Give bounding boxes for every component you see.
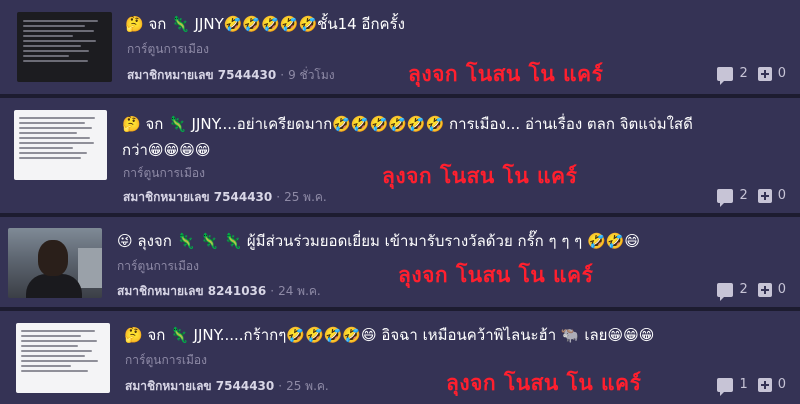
member-name[interactable]: สมาชิกหมายเลข 8241036 bbox=[117, 284, 266, 298]
topic-thumbnail[interactable] bbox=[14, 110, 107, 180]
post-time: 25 พ.ค. bbox=[284, 190, 327, 204]
photo-person-face bbox=[38, 240, 68, 276]
vote-icon bbox=[757, 66, 772, 81]
comment-count: 2 bbox=[739, 66, 748, 81]
vote-count: 0 bbox=[777, 377, 786, 392]
separator-dot: · bbox=[276, 190, 281, 204]
topic-thumbnail[interactable] bbox=[16, 323, 110, 393]
comment-icon bbox=[717, 66, 734, 85]
vote-count: 0 bbox=[777, 66, 786, 81]
vote-icon bbox=[757, 282, 772, 297]
topic-card[interactable]: 🤔 จก 🦎 JJNY....อย่าเครียดมาก🤣🤣🤣🤣🤣🤣 การเม… bbox=[0, 98, 800, 213]
comment-count: 2 bbox=[739, 188, 748, 203]
vote-count: 0 bbox=[777, 282, 786, 297]
comment-count: 1 bbox=[739, 377, 748, 392]
topic-title-line-2[interactable]: กว่า😁😁😁😁 bbox=[122, 138, 210, 162]
overlay-banner: ลุงจก โนสน โน แคร์ bbox=[382, 164, 578, 188]
separator-dot: · bbox=[278, 379, 283, 393]
topic-tag[interactable]: การ์ตูนการเมือง bbox=[123, 164, 205, 183]
comment-icon bbox=[717, 188, 734, 207]
post-time: 25 พ.ค. bbox=[286, 379, 329, 393]
topic-tag[interactable]: การ์ตูนการเมือง bbox=[125, 351, 207, 370]
comment-icon bbox=[717, 377, 734, 396]
topic-card[interactable]: 🤔 จก 🦎 JJNY.....กร้ากๆ🤣🤣🤣🤣😄 อิจฉา เหมือน… bbox=[0, 311, 800, 404]
topic-tag[interactable]: การ์ตูนการเมือง bbox=[117, 257, 199, 276]
post-time: 24 พ.ค. bbox=[278, 284, 321, 298]
post-time: 9 ชั่วโมง bbox=[288, 68, 335, 82]
photo-background bbox=[78, 248, 102, 288]
topic-title[interactable]: 🤔 จก 🦎 JJNY.....กร้ากๆ🤣🤣🤣🤣😄 อิจฉา เหมือน… bbox=[124, 323, 654, 347]
topic-thumbnail[interactable] bbox=[17, 12, 112, 82]
separator-dot: · bbox=[270, 284, 275, 298]
topic-card[interactable]: 🤔 จก 🦎 JJNY🤣🤣🤣🤣🤣ชั้น14 อีกครั้ง การ์ตูนก… bbox=[0, 0, 800, 94]
topic-title[interactable]: 😜 ลุงจก 🦎 🦎 🦎 ผู้มีส่วนร่วมยอดเยี่ยม เข้… bbox=[117, 229, 640, 253]
comment-icon bbox=[717, 282, 734, 301]
overlay-banner: ลุงจก โนสน โน แคร์ bbox=[408, 62, 604, 86]
photo-person-body bbox=[26, 274, 82, 298]
overlay-banner: ลุงจก โนสน โน แคร์ bbox=[446, 371, 642, 395]
topic-thumbnail[interactable] bbox=[8, 228, 102, 298]
member-name[interactable]: สมาชิกหมายเลข 7544430 bbox=[125, 379, 274, 393]
overlay-banner: ลุงจก โนสน โน แคร์ bbox=[398, 263, 594, 287]
topic-tag[interactable]: การ์ตูนการเมือง bbox=[127, 40, 209, 59]
topic-card[interactable]: 😜 ลุงจก 🦎 🦎 🦎 ผู้มีส่วนร่วมยอดเยี่ยม เข้… bbox=[0, 217, 800, 307]
comment-count: 2 bbox=[739, 282, 748, 297]
vote-icon bbox=[757, 377, 772, 392]
member-name[interactable]: สมาชิกหมายเลข 7544430 bbox=[127, 68, 276, 82]
separator-dot: · bbox=[280, 68, 285, 82]
vote-icon bbox=[757, 188, 772, 203]
topic-title[interactable]: 🤔 จก 🦎 JJNY🤣🤣🤣🤣🤣ชั้น14 อีกครั้ง bbox=[125, 12, 405, 36]
topic-title-line-1[interactable]: 🤔 จก 🦎 JJNY....อย่าเครียดมาก🤣🤣🤣🤣🤣🤣 การเม… bbox=[122, 112, 693, 136]
vote-count: 0 bbox=[777, 188, 786, 203]
member-name[interactable]: สมาชิกหมายเลข 7544430 bbox=[123, 190, 272, 204]
